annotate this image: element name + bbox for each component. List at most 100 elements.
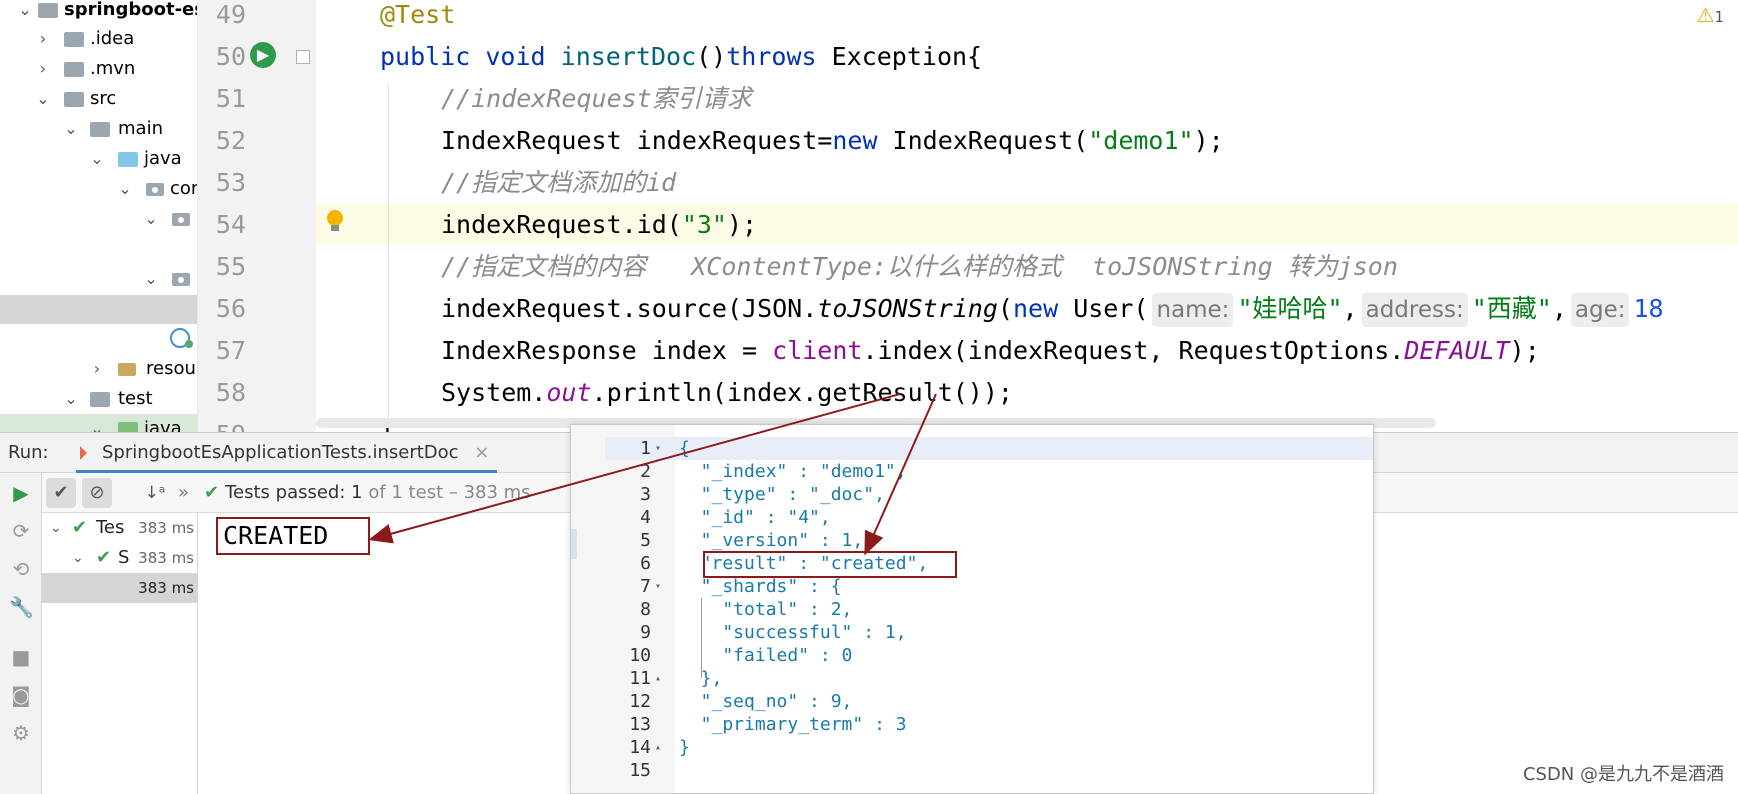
- tree-item-test-java[interactable]: ⌄ java: [0, 414, 197, 432]
- json-code: "successful" : 1,: [679, 622, 907, 643]
- json-line: 8 "total" : 2,: [571, 598, 1373, 621]
- test-class-icon[interactable]: [170, 328, 193, 348]
- watermark: CSDN @是九九不是酒酒: [1522, 764, 1724, 785]
- console-text: CREATED: [223, 521, 329, 550]
- toggle-auto-test-icon[interactable]: ⟲: [9, 557, 33, 581]
- line-number: 56: [215, 294, 246, 323]
- rerun-failed-icon[interactable]: ⟳: [9, 519, 33, 543]
- json-code: {: [679, 438, 690, 459]
- json-response-panel: 1 ▾{2 "_index" : "demo1", 3 "_type" : "_do…: [570, 424, 1374, 794]
- settings-icon[interactable]: ⚙: [9, 721, 33, 745]
- tree-item-subpackage[interactable]: ⌄: [0, 204, 197, 234]
- camera-icon[interactable]: ◙: [9, 683, 33, 707]
- chevron-down-icon[interactable]: ⌄: [90, 414, 104, 432]
- package-icon: [172, 213, 190, 226]
- tree-item-mvn[interactable]: › .mvn: [0, 54, 197, 84]
- lightbulb-icon[interactable]: [326, 210, 344, 232]
- tree-item-resources[interactable]: › resour: [0, 354, 197, 384]
- pass-check-icon: ✔: [72, 517, 88, 538]
- warning-icon[interactable]: ⚠1: [1697, 3, 1724, 27]
- tree-item-java[interactable]: ⌄ java: [0, 144, 197, 174]
- json-line-number: 12: [629, 691, 651, 712]
- json-line: 9 "successful" : 1,: [571, 621, 1373, 644]
- json-code: }: [679, 737, 690, 758]
- code-editor[interactable]: 49 50 51 52 53 54 55 56 57 58 59 ▶ @Test…: [198, 0, 1738, 432]
- tree-item-label: java: [144, 418, 182, 432]
- chevron-down-icon[interactable]: ⌄: [90, 144, 104, 174]
- json-line: 4 "_id" : "4",: [571, 506, 1373, 529]
- test-results-tree: ⌄ ✔ Tes 383 ms ⌄ ✔ S 383 ms 383 ms: [42, 513, 198, 794]
- chevron-down-icon[interactable]: ⌄: [36, 84, 50, 114]
- tree-item-label: cor: [170, 178, 198, 199]
- fold-icon[interactable]: ▴: [655, 736, 661, 759]
- current-line-highlight: [198, 203, 1738, 245]
- test-tree-row-selected[interactable]: 383 ms: [42, 573, 198, 603]
- fold-icon[interactable]: ▾: [655, 575, 661, 598]
- project-tree: ⌄ springboot-es › .idea › .mvn ⌄ src ⌄ m…: [0, 0, 198, 432]
- chevron-down-icon[interactable]: ⌄: [50, 513, 62, 543]
- show-passed-icon[interactable]: ✔: [46, 478, 76, 508]
- line-number: 51: [215, 84, 246, 113]
- tree-item-test[interactable]: ⌄ test: [0, 384, 197, 414]
- chevron-down-icon[interactable]: ⌄: [118, 174, 132, 204]
- wrench-icon[interactable]: 🔧: [9, 595, 34, 619]
- folder-icon: [64, 62, 84, 77]
- run-test-icon[interactable]: ▶: [250, 42, 276, 68]
- tree-item-subpackage-2[interactable]: ⌄: [0, 264, 197, 294]
- chevron-right-icon[interactable]: ›: [90, 354, 104, 384]
- chevron-down-icon[interactable]: ⌄: [64, 384, 78, 414]
- tree-item-src[interactable]: ⌄ src: [0, 84, 197, 114]
- tree-item-label: .mvn: [90, 58, 136, 79]
- test-tree-row[interactable]: ⌄ ✔ Tes 383 ms: [42, 513, 198, 543]
- run-tab-title: SpringbootEsApplicationTests.insertDoc: [102, 442, 459, 463]
- sort-icon[interactable]: ↓ᵃ: [140, 478, 170, 508]
- param-hint: address:: [1361, 293, 1468, 327]
- tree-item-main[interactable]: ⌄ main: [0, 114, 197, 144]
- chevron-right-icon[interactable]: ›: [36, 54, 50, 84]
- fold-icon[interactable]: ▴: [655, 667, 661, 690]
- json-line: 13 "_primary_term" : 3: [571, 713, 1373, 736]
- json-code: "_id" : "4",: [679, 507, 831, 528]
- code-line-56: indexRequest.source(JSON.toJSONString(ne…: [441, 288, 1664, 330]
- code-line-58: System.out.println(index.getResult());: [441, 378, 1013, 407]
- fold-icon[interactable]: ▾: [655, 437, 661, 460]
- more-icon[interactable]: »: [178, 478, 198, 508]
- json-line-number: 5: [640, 530, 651, 551]
- line-number: 57: [215, 336, 246, 365]
- chevron-down-icon[interactable]: ⌄: [18, 0, 32, 25]
- chevron-down-icon[interactable]: ⌄: [72, 543, 84, 573]
- tree-item-package[interactable]: ⌄ cor: [0, 174, 198, 204]
- test-duration: 383 ms: [138, 549, 194, 567]
- show-ignored-icon[interactable]: ⊘: [82, 478, 112, 508]
- tree-item-label: test: [118, 388, 153, 409]
- line-number: 59: [206, 414, 246, 432]
- json-line: 2 "_index" : "demo1",: [571, 460, 1373, 483]
- test-name: Tes: [96, 517, 125, 538]
- json-line-number: 11: [629, 668, 651, 689]
- json-line: 3 "_type" : "_doc",: [571, 483, 1373, 506]
- chevron-down-icon[interactable]: ⌄: [144, 264, 158, 294]
- tree-selected-row[interactable]: [0, 295, 197, 324]
- json-line: 5 "_version" : 1,: [571, 529, 1373, 552]
- rerun-icon[interactable]: ▶: [9, 481, 33, 505]
- close-icon[interactable]: ×: [474, 442, 489, 463]
- folder-icon: [64, 92, 84, 107]
- json-code: "_index" : "demo1",: [679, 461, 907, 482]
- chevron-down-icon[interactable]: ⌄: [64, 114, 78, 144]
- tree-item-springboot-es[interactable]: ⌄ springboot-es: [0, 0, 197, 25]
- json-line: 1 ▾ {: [571, 437, 1373, 460]
- tree-item-idea[interactable]: › .idea: [0, 24, 197, 54]
- tree-item-label: java: [144, 148, 182, 169]
- chevron-down-icon[interactable]: ⌄: [144, 204, 158, 234]
- json-line-number: 7: [640, 576, 651, 597]
- stop-icon[interactable]: ■: [9, 645, 33, 669]
- test-tree-row[interactable]: ⌄ ✔ S 383 ms: [42, 543, 198, 573]
- module-folder-icon: [38, 3, 58, 18]
- run-tab[interactable]: SpringbootEsApplicationTests.insertDoc ×: [76, 433, 498, 473]
- json-code: "failed" : 0: [679, 645, 853, 666]
- fold-marker-icon[interactable]: [296, 50, 310, 64]
- folder-icon: [90, 392, 110, 407]
- chevron-right-icon[interactable]: ›: [36, 24, 50, 54]
- json-line-number: 13: [629, 714, 651, 735]
- indent-guide: [701, 598, 702, 678]
